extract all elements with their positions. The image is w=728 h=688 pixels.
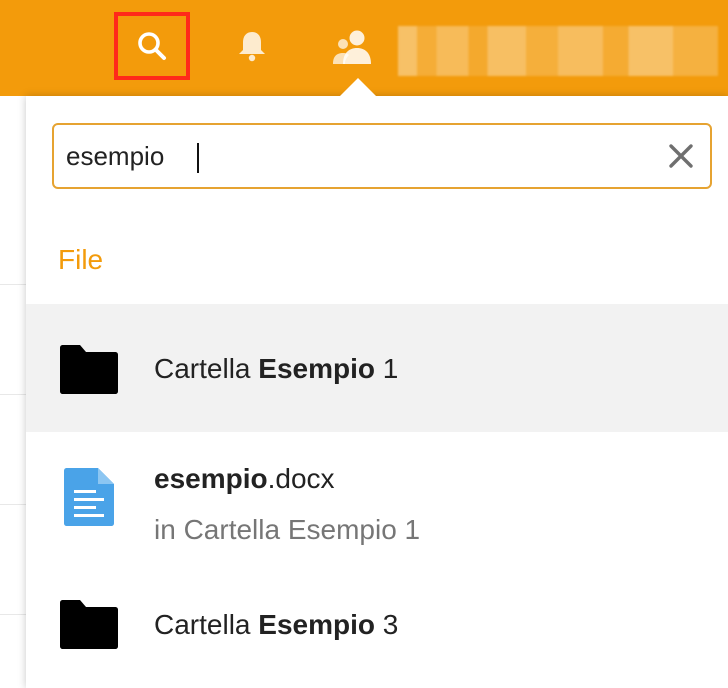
result-title-prefix: Cartella (154, 353, 259, 384)
folder-icon (60, 345, 118, 394)
result-title-match: Esempio (258, 353, 375, 384)
search-field[interactable] (52, 123, 712, 189)
search-icon (138, 32, 166, 60)
result-title-match: Esempio (258, 609, 375, 640)
divider (0, 614, 26, 615)
result-title: Cartella Esempio 3 (154, 609, 398, 641)
bell-icon (239, 32, 265, 62)
clear-search-button[interactable] (666, 141, 696, 171)
results-section-title: File (58, 244, 104, 275)
result-title: Cartella Esempio 1 (154, 353, 398, 385)
result-title-suffix: .docx (267, 463, 335, 494)
background-file-list (0, 96, 26, 688)
text-cursor (197, 143, 199, 173)
result-title-suffix: 3 (374, 609, 399, 640)
result-location: in Cartella Esempio 1 (154, 514, 421, 545)
contacts-menu-button[interactable] (322, 18, 382, 74)
search-button[interactable] (114, 12, 190, 80)
search-result-item[interactable]: Cartella Esempio 1 (26, 304, 728, 432)
result-title: esempio.docx (154, 463, 335, 495)
divider (0, 284, 26, 285)
divider (0, 394, 26, 395)
result-title-prefix: Cartella (154, 609, 259, 640)
document-icon (64, 468, 114, 526)
search-dropdown-panel: File Cartella Esempio 1 esempio.docx in … (26, 78, 728, 688)
search-result-item[interactable]: Cartella Esempio 3 (26, 574, 728, 688)
search-input[interactable] (66, 135, 646, 177)
contacts-icon (333, 30, 371, 64)
divider (0, 504, 26, 505)
dropdown-caret (340, 78, 376, 96)
username-blurred[interactable] (398, 26, 718, 76)
result-title-suffix: 1 (374, 353, 399, 384)
notifications-button[interactable] (226, 20, 278, 72)
folder-icon (60, 600, 118, 649)
close-icon (669, 144, 693, 168)
search-result-item[interactable]: esempio.docx in Cartella Esempio 1 (26, 434, 728, 574)
result-title-match: esempio (154, 463, 268, 494)
